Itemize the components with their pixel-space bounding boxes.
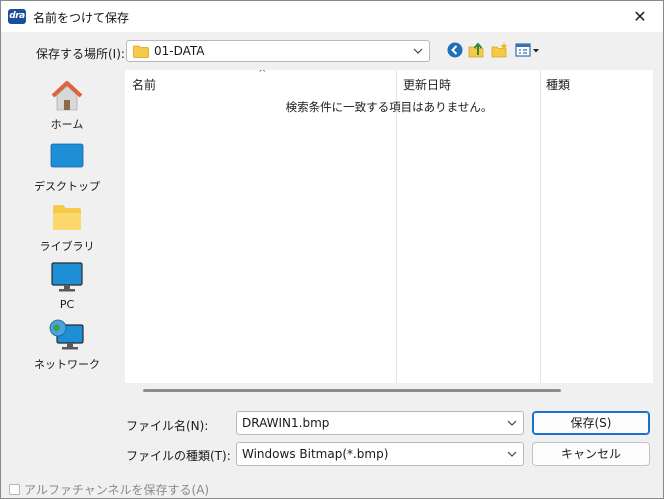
column-header-modified[interactable]: 更新日時 — [403, 76, 451, 93]
filename-input[interactable]: DRAWIN1.bmp — [236, 411, 524, 435]
filetype-label: ファイルの種類(T): — [126, 449, 231, 463]
chevron-down-icon[interactable] — [506, 417, 518, 429]
filename-label: ファイル名(N): — [126, 419, 209, 433]
scrollbar-thumb[interactable] — [143, 389, 561, 392]
cancel-button[interactable]: キャンセル — [532, 442, 650, 466]
column-header-type[interactable]: 種類 — [546, 76, 570, 93]
home-icon — [51, 81, 83, 111]
filetype-value: Windows Bitmap(*.bmp) — [242, 447, 389, 461]
network-icon — [49, 319, 84, 350]
alpha-channel-checkbox[interactable] — [9, 484, 20, 495]
alpha-channel-label: アルファチャンネルを保存する(A) — [24, 483, 210, 497]
sidebar-item-label: ネットワーク — [34, 358, 100, 371]
close-button[interactable]: ✕ — [617, 1, 663, 32]
dialog-title: 名前をつけて保存 — [33, 11, 130, 25]
back-icon[interactable] — [445, 40, 465, 60]
column-header-name[interactable]: 名前 — [132, 76, 156, 93]
save-button[interactable]: 保存(S) — [532, 411, 650, 435]
sidebar-item-desktop[interactable]: デスクトップ — [23, 141, 111, 199]
sidebar-item-pc[interactable]: PC — [23, 261, 111, 319]
sidebar-item-library[interactable]: ライブラリ — [23, 201, 111, 259]
chevron-down-icon — [507, 451, 517, 457]
alpha-channel-option[interactable]: アルファチャンネルを保存する(A) — [9, 481, 209, 498]
horizontal-scrollbar[interactable] — [125, 383, 653, 397]
chevron-down-icon — [413, 48, 423, 54]
filetype-select[interactable]: Windows Bitmap(*.bmp) — [236, 442, 524, 466]
sidebar-item-label: PC — [59, 298, 75, 311]
save-dialog: dra 名前をつけて保存 ✕ 保存する場所(I): 01-DATA ホーム デス… — [0, 0, 664, 499]
sidebar-item-home[interactable]: ホーム — [23, 79, 111, 137]
library-icon — [53, 205, 81, 230]
column-divider — [396, 70, 397, 383]
empty-message: 検索条件に一致する項目はありません。 — [285, 100, 493, 114]
title-bar: dra 名前をつけて保存 ✕ — [1, 1, 663, 32]
desktop-icon — [50, 143, 84, 168]
view-menu-icon[interactable] — [514, 40, 542, 60]
app-icon: dra — [8, 9, 26, 24]
location-label: 保存する場所(I): — [36, 47, 125, 61]
close-icon: ✕ — [633, 7, 647, 26]
sidebar-item-label: ホーム — [50, 118, 84, 131]
file-list[interactable]: ^ 名前 更新日時 種類 検索条件に一致する項目はありません。 — [125, 70, 653, 383]
new-folder-icon[interactable] — [490, 40, 510, 60]
sidebar-item-label: ライブラリ — [39, 240, 95, 253]
filename-value: DRAWIN1.bmp — [242, 416, 330, 430]
folder-icon — [133, 45, 149, 58]
sort-indicator: ^ — [258, 70, 267, 79]
column-divider — [540, 70, 541, 383]
up-folder-icon[interactable] — [467, 40, 487, 60]
pc-icon — [51, 262, 83, 292]
location-value: 01-DATA — [154, 44, 205, 58]
sidebar-item-network[interactable]: ネットワーク — [23, 319, 111, 377]
sidebar-item-label: デスクトップ — [34, 180, 100, 193]
location-combo[interactable]: 01-DATA — [126, 40, 430, 62]
